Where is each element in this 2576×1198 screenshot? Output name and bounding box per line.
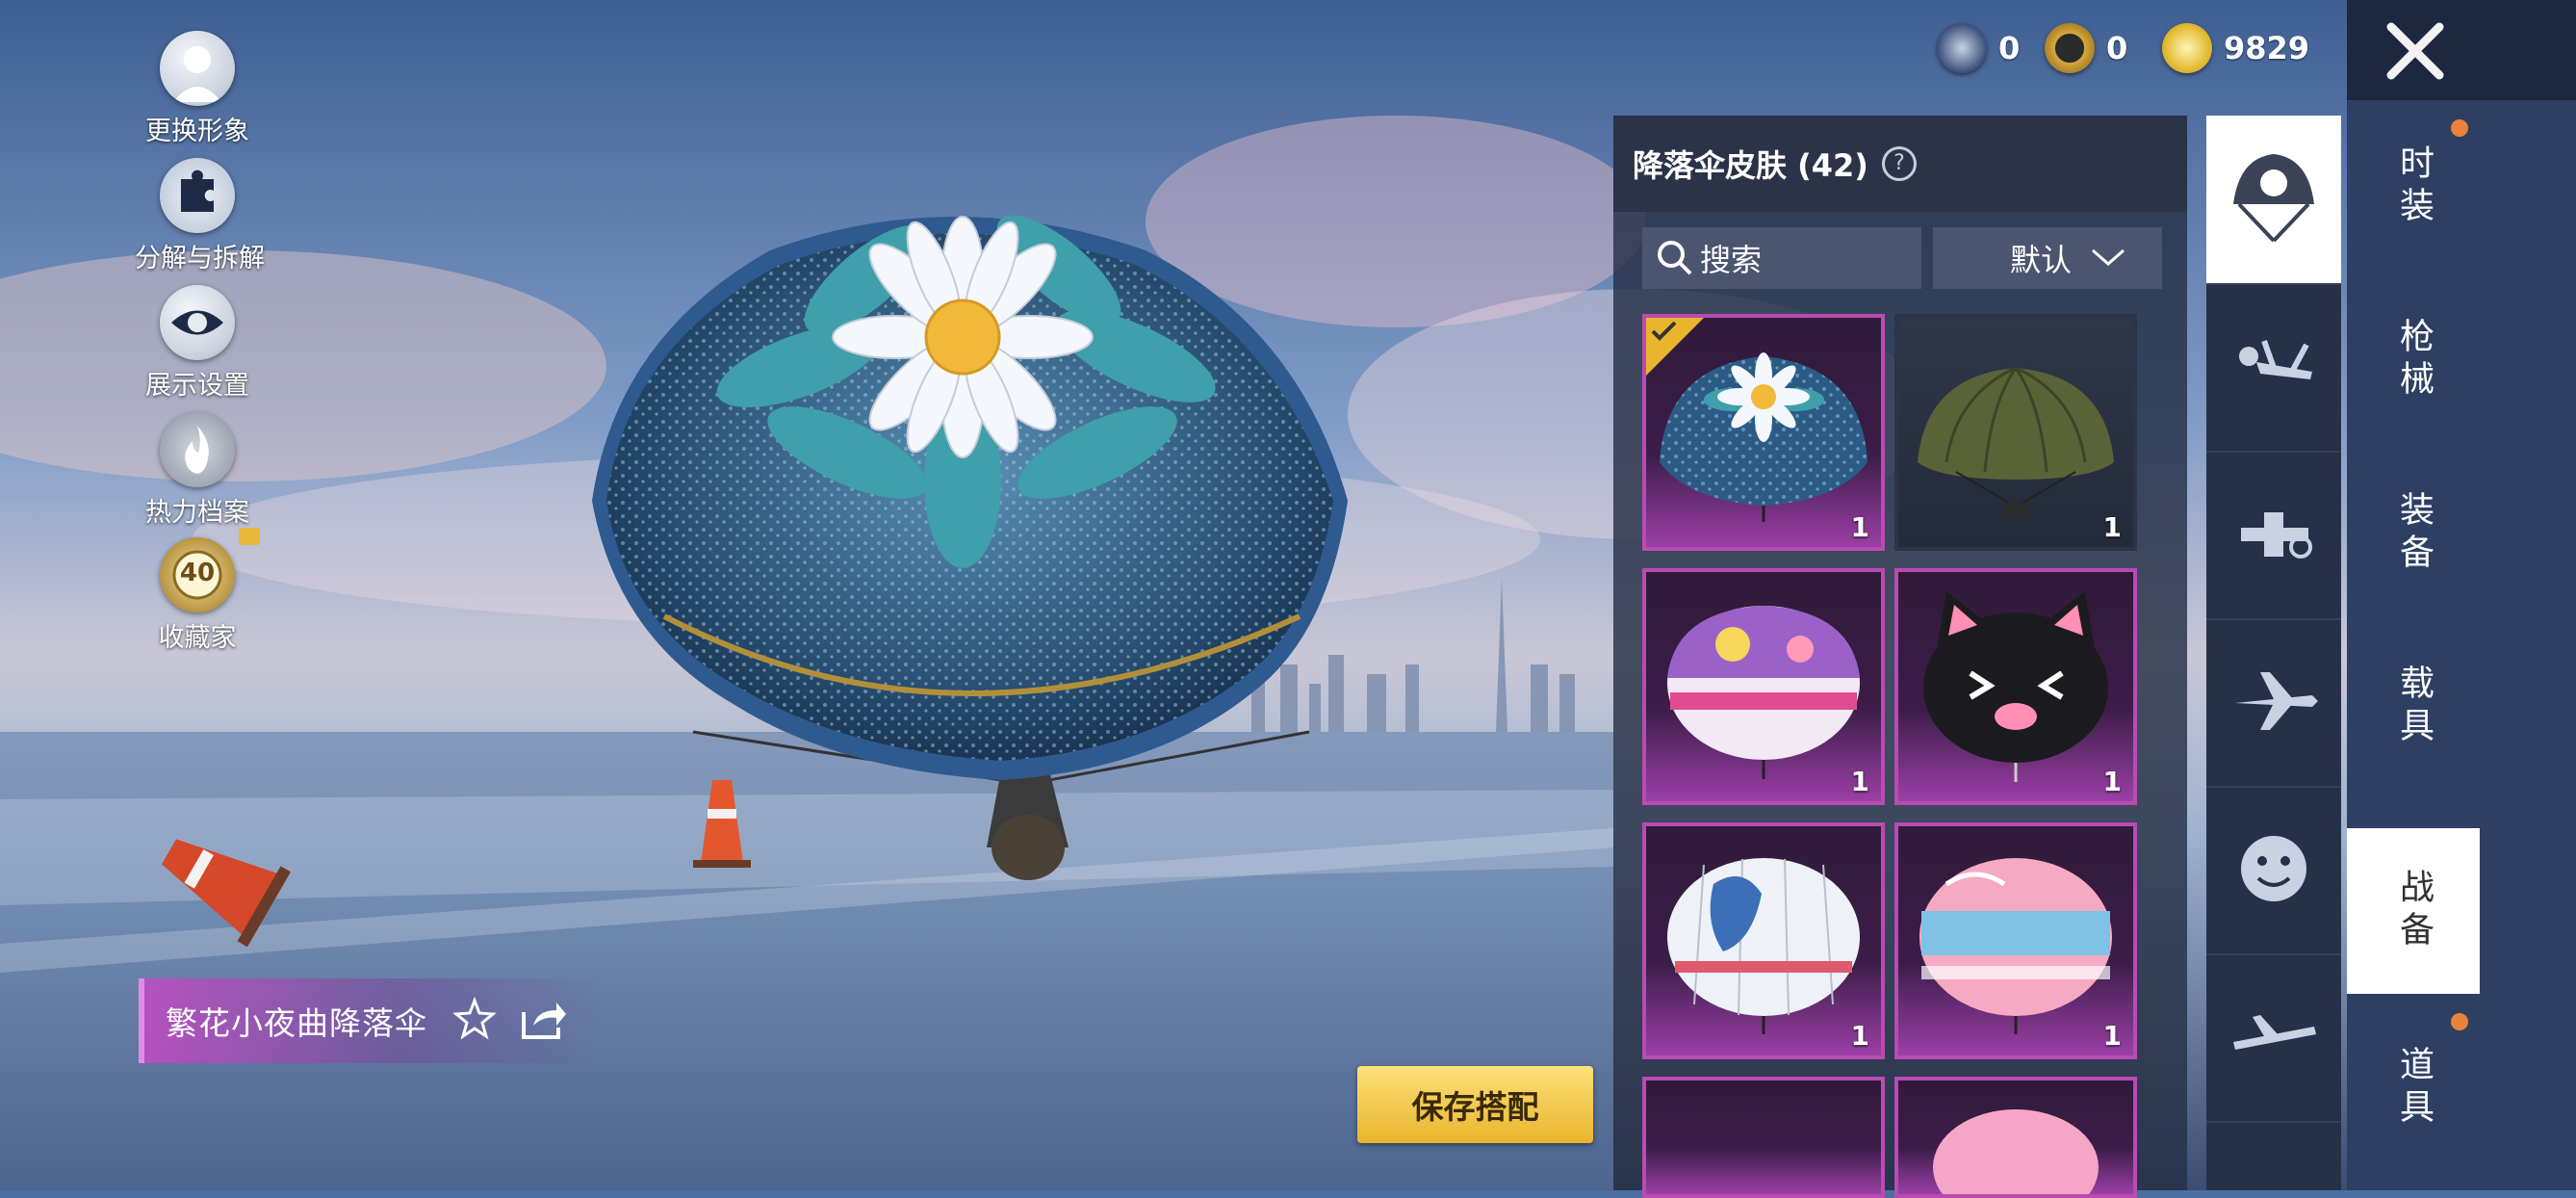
item-card-partial-right[interactable] [1894, 1077, 2137, 1198]
subcategory-rail [2206, 116, 2341, 1190]
tab-battle-prep[interactable]: 战备 [2347, 828, 2480, 994]
item-card-flower-parachute[interactable]: 1 [1642, 314, 1885, 551]
help-icon[interactable]: ? [1881, 146, 1917, 181]
gold-coin-icon [2162, 23, 2212, 73]
close-icon [2386, 22, 2444, 80]
plane-vehicle-icon [2241, 512, 2312, 559]
item-count: 1 [1850, 511, 1869, 543]
parachute-icon [2233, 154, 2314, 243]
emote-icon [2241, 836, 2306, 901]
change-avatar-button[interactable]: 更换形象 [135, 31, 260, 147]
chevron-down-icon [2092, 248, 2125, 266]
subtab-emote[interactable] [2206, 786, 2341, 955]
item-count: 1 [1850, 766, 1869, 797]
main-category-rail: 时装 枪械 装备 载具 战备 道具 [2347, 100, 2576, 1190]
decompose-label: 分解与拆解 [135, 244, 265, 273]
item-card-macaroon-parachute[interactable]: 1 [1894, 822, 2137, 1059]
skydiver-icon [2239, 339, 2312, 379]
item-count: 1 [2102, 766, 2122, 797]
collector-label: 收藏家 [158, 623, 237, 653]
checkmark-icon [1651, 321, 1677, 341]
sort-dropdown[interactable]: 默认 [1933, 227, 2162, 289]
search-input[interactable]: 搜索 [1642, 227, 1921, 289]
k-coin-icon [1937, 23, 1987, 73]
eye-icon [160, 285, 235, 360]
collector-new-badge [239, 528, 260, 545]
sort-label: 默认 [2010, 242, 2073, 278]
close-button[interactable] [2378, 13, 2453, 89]
heat-archive-button[interactable]: 热力档案 [135, 412, 260, 529]
item-count: 1 [2102, 1020, 2122, 1052]
search-icon [1658, 241, 1692, 275]
puzzle-icon [160, 158, 235, 233]
currency-gold[interactable]: 9829 [2162, 21, 2309, 75]
save-outfit-button[interactable]: 保存搭配 [1357, 1066, 1593, 1143]
collector-button[interactable]: 40 收藏家 [135, 537, 260, 654]
subtab-skydiver[interactable] [2206, 283, 2341, 453]
notification-dot [2451, 1013, 2468, 1030]
subtab-vehicle[interactable] [2206, 451, 2341, 620]
item-name: 繁花小夜曲降落伞 [166, 1004, 427, 1042]
currency-a[interactable]: 0 [2045, 21, 2127, 75]
search-placeholder: 搜索 [1700, 242, 1763, 278]
currency-k[interactable]: 0 [1937, 21, 2020, 75]
item-card-anime-parachute[interactable]: 1 [1642, 822, 1885, 1059]
decompose-button[interactable]: 分解与拆解 [135, 158, 265, 274]
panel-title: 降落伞皮肤 (42) [1633, 147, 1868, 184]
subtab-parachute[interactable] [2206, 116, 2341, 285]
item-card-olive-parachute[interactable]: 1 [1894, 314, 2137, 551]
collector-badge-icon: 40 [160, 537, 235, 612]
item-card-purple-parachute[interactable]: 1 [1642, 568, 1885, 805]
glider-icon [2233, 1015, 2316, 1050]
item-card-cat-parachute[interactable]: 1 [1894, 568, 2137, 805]
display-settings-label: 展示设置 [145, 371, 249, 401]
avatar-icon [160, 31, 235, 106]
tab-vehicles[interactable]: 载具 [2347, 620, 2480, 794]
panel-header: 降落伞皮肤 (42) ? [1613, 116, 2187, 212]
share-icon[interactable] [518, 997, 568, 1045]
item-card-partial-left[interactable] [1642, 1077, 1885, 1198]
subtab-glider[interactable] [2206, 953, 2341, 1123]
notification-dot [2451, 119, 2468, 137]
airplane-icon [2235, 672, 2318, 730]
collector-level: 40 [179, 559, 216, 587]
display-settings-button[interactable]: 展示设置 [135, 285, 260, 402]
heat-archive-label: 热力档案 [145, 498, 249, 528]
item-count: 1 [2102, 511, 2122, 543]
favorite-star-icon[interactable] [452, 996, 497, 1045]
tab-weapons[interactable]: 枪械 [2347, 273, 2480, 447]
change-avatar-label: 更换形象 [145, 117, 249, 146]
flame-icon [160, 412, 235, 487]
tab-equipment[interactable]: 装备 [2347, 447, 2480, 620]
item-name-bar: 繁花小夜曲降落伞 [139, 978, 606, 1063]
item-count: 1 [1850, 1020, 1869, 1052]
inventory-panel: 降落伞皮肤 (42) ? 搜索 默认 1 1 1 1 1 1 [1613, 116, 2187, 1198]
subtab-airplane[interactable] [2206, 618, 2341, 788]
a-coin-icon [2045, 23, 2095, 73]
